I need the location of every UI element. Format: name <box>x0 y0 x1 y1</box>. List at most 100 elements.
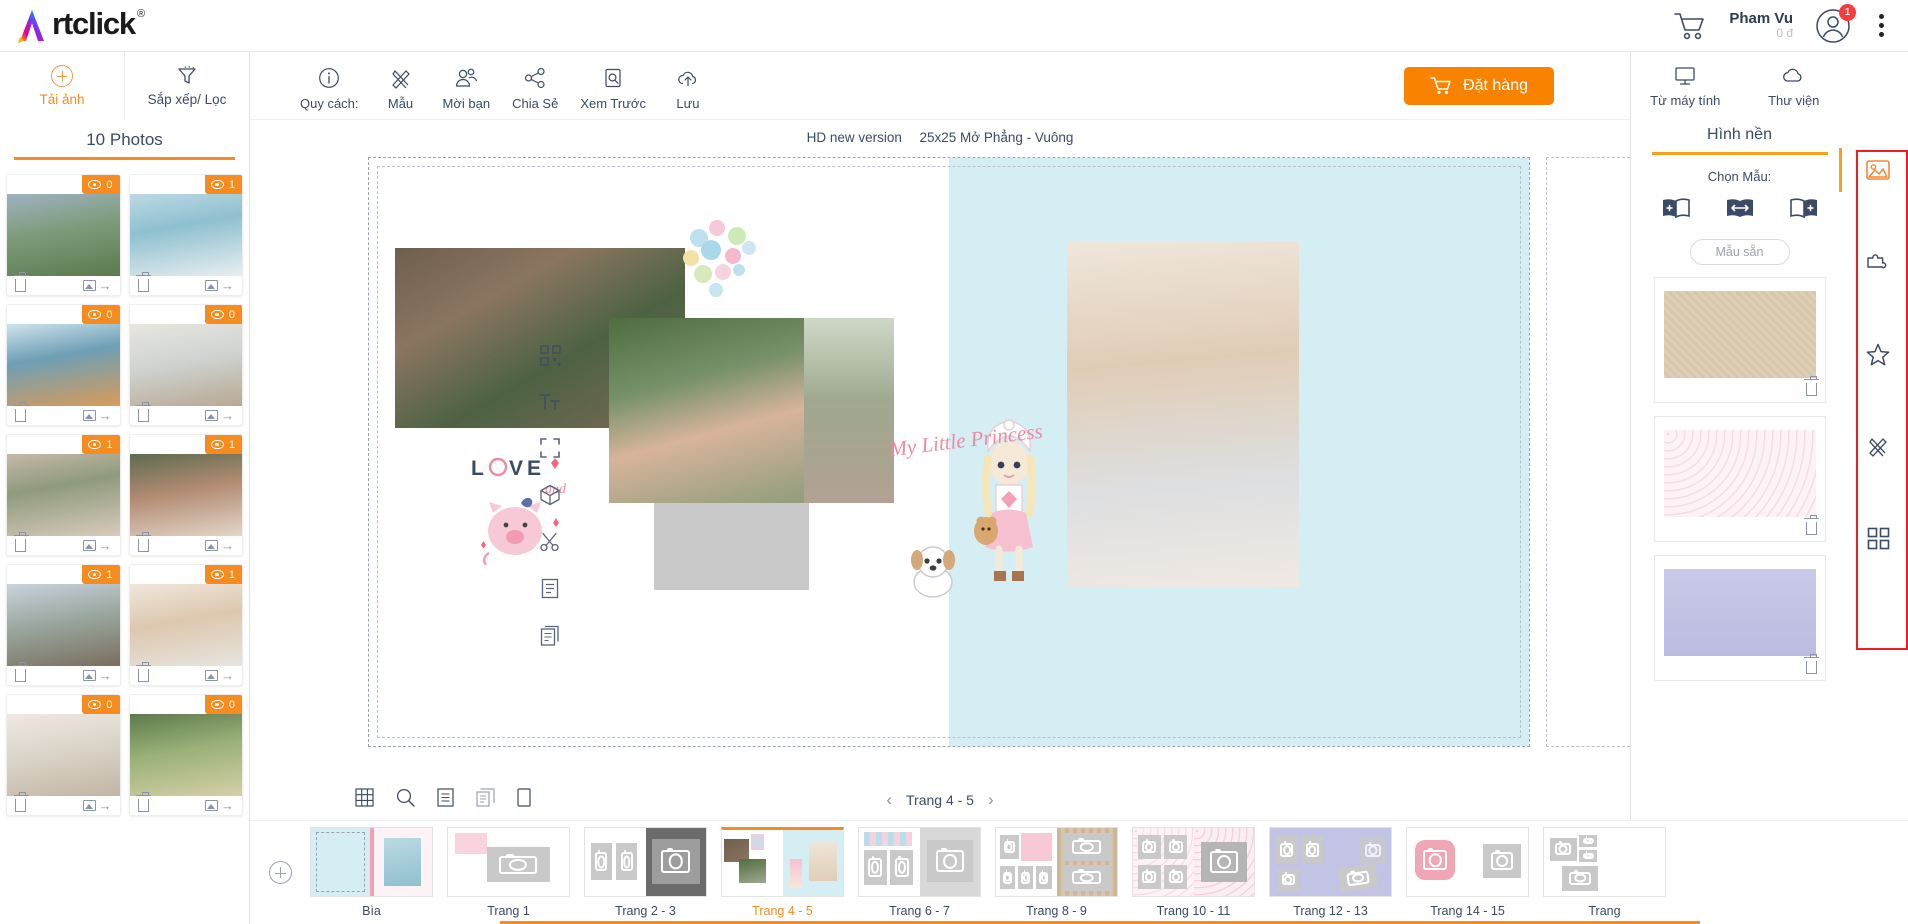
photo-preview[interactable] <box>129 194 242 276</box>
photo-card[interactable]: 1 → <box>128 434 243 556</box>
image-icon[interactable] <box>1839 148 1894 192</box>
list-icon[interactable] <box>437 788 454 812</box>
photo-card[interactable]: 0 → <box>6 694 121 816</box>
photo-card[interactable]: 0 → <box>6 174 121 296</box>
page-thumbnail[interactable]: Trang 14 - 15 <box>1406 827 1529 918</box>
photo-preview[interactable] <box>129 714 242 796</box>
user-info[interactable]: Pham Vu 0 đ <box>1729 10 1793 41</box>
trash-icon[interactable] <box>136 792 151 812</box>
photo-preview[interactable] <box>7 194 120 276</box>
apply-spread-icon[interactable] <box>1725 196 1755 225</box>
background-swatch[interactable] <box>1653 276 1826 403</box>
star-icon[interactable] <box>1862 338 1894 370</box>
trash-icon[interactable] <box>136 532 151 552</box>
image-swap-icon[interactable]: → <box>82 279 112 292</box>
photo-preview[interactable] <box>7 714 120 796</box>
page-thumbnails[interactable]: Bìa Trang 1 Trang 2 - 3 Trang 4 - 5 Trang 6 … <box>310 827 1666 918</box>
image-swap-icon[interactable]: → <box>205 669 234 682</box>
image-swap-icon[interactable]: → <box>205 799 234 812</box>
source-library[interactable]: Thư viện <box>1740 66 1849 108</box>
background-swatch[interactable] <box>1653 554 1826 681</box>
canvas-photo-child-hat[interactable] <box>804 318 894 503</box>
layout-grid-icon[interactable] <box>1862 522 1894 554</box>
page-thumbnail[interactable]: Trang <box>1543 827 1666 918</box>
puzzle-icon[interactable] <box>1862 246 1894 278</box>
scissors-icon[interactable] <box>540 532 560 557</box>
page-thumbnail-preview[interactable] <box>447 827 570 897</box>
source-from-computer[interactable]: Từ máy tính <box>1631 66 1740 108</box>
swatch-preview[interactable] <box>1663 290 1816 378</box>
puppy-clipart[interactable] <box>902 540 964 602</box>
trash-icon[interactable] <box>13 792 29 812</box>
page-thumbnail[interactable]: Trang 2 - 3 <box>584 827 707 918</box>
photo-card[interactable]: 1 → <box>6 434 121 556</box>
pencil-brush-icon[interactable] <box>1862 430 1894 462</box>
sort-filter-button[interactable]: Sắp xếp/ Lọc <box>125 52 249 120</box>
trash-icon[interactable] <box>1804 515 1819 535</box>
image-swap-icon[interactable]: → <box>82 669 112 682</box>
page-thumbnail-preview[interactable] <box>858 827 981 897</box>
photo-thumbnail-grid[interactable]: 0 → 1 → 0 → 0 → 1 → 1 → 1 → 1 → 0 → 0 → <box>0 168 249 924</box>
app-logo[interactable]: rtclick ® <box>0 6 145 45</box>
canvas-photo-placeholder-gray[interactable] <box>654 503 809 590</box>
page-thumbnail-preview[interactable] <box>1132 827 1255 897</box>
order-button[interactable]: Đặt hàng <box>1404 66 1554 105</box>
grid-icon[interactable] <box>355 788 374 812</box>
trash-icon[interactable] <box>136 402 151 422</box>
photo-preview[interactable] <box>129 454 242 536</box>
trash-icon[interactable] <box>13 402 29 422</box>
image-swap-icon[interactable]: → <box>82 799 112 812</box>
image-swap-icon[interactable]: → <box>82 539 112 552</box>
photo-preview[interactable] <box>129 324 242 406</box>
page-thumbnail-preview[interactable] <box>584 827 707 897</box>
page-thumbnail-preview[interactable] <box>310 827 433 897</box>
save-button[interactable]: Lưu <box>668 67 708 111</box>
canvas-photo-girl-smiling[interactable] <box>609 318 804 503</box>
preview-button[interactable]: Xem Trước <box>580 67 646 111</box>
page-thumbnail[interactable]: Trang 4 - 5 <box>721 827 844 918</box>
page-thumbnail-preview[interactable] <box>1543 827 1666 897</box>
trash-icon[interactable] <box>13 532 29 552</box>
qr-code-icon[interactable] <box>539 345 561 371</box>
image-swap-icon[interactable]: → <box>205 539 234 552</box>
apply-left-page-icon[interactable] <box>1661 196 1691 225</box>
trash-icon[interactable] <box>13 272 29 292</box>
page-thumbnail[interactable]: Trang 10 - 11 <box>1132 827 1255 918</box>
page-thumbnail-preview[interactable] <box>1269 827 1392 897</box>
page-thumbnail-preview[interactable] <box>995 827 1118 897</box>
single-page-icon[interactable] <box>517 788 531 812</box>
photo-preview[interactable] <box>7 584 120 666</box>
invite-friend-button[interactable]: Mời bạn <box>443 67 490 111</box>
photo-preview[interactable] <box>129 584 242 666</box>
template-button[interactable]: Mẫu <box>381 67 421 111</box>
photo-preview[interactable] <box>7 454 120 536</box>
page-thumbnail-strip[interactable]: Bìa Trang 1 Trang 2 - 3 Trang 4 - 5 Trang 6 … <box>250 820 1908 924</box>
kebab-menu-icon[interactable] <box>1873 10 1890 41</box>
duplicate-page-icon[interactable] <box>540 625 560 651</box>
3d-box-icon[interactable] <box>539 484 561 511</box>
photo-card[interactable]: 0 → <box>6 304 121 426</box>
add-page-button[interactable] <box>250 861 310 884</box>
trash-icon[interactable] <box>136 272 151 292</box>
trash-icon[interactable] <box>1804 654 1819 674</box>
prev-page-button[interactable]: ‹ <box>886 790 892 810</box>
avatar[interactable]: 1 <box>1815 3 1856 44</box>
trash-icon[interactable] <box>13 662 29 682</box>
canvas-photo-child-box[interactable] <box>1067 242 1299 587</box>
page-icon[interactable] <box>541 578 559 604</box>
preset-template-button[interactable]: Mẫu sẵn <box>1689 238 1790 265</box>
trash-icon[interactable] <box>136 662 151 682</box>
apply-right-page-icon[interactable] <box>1789 196 1819 225</box>
swatch-preview[interactable] <box>1663 429 1816 517</box>
crop-frame-icon[interactable] <box>540 438 560 463</box>
spec-button[interactable]: Quy cách: <box>300 67 359 111</box>
page-thumbnail[interactable]: Bìa <box>310 827 433 918</box>
image-swap-icon[interactable]: → <box>82 409 112 422</box>
copy-icon[interactable] <box>476 788 495 812</box>
heart-flowers-clipart[interactable] <box>661 210 781 315</box>
photo-card[interactable]: 1 → <box>6 564 121 686</box>
share-button[interactable]: Chia Sẻ <box>512 67 558 111</box>
page-thumbnail[interactable]: Trang 8 - 9 <box>995 827 1118 918</box>
background-swatch[interactable] <box>1653 415 1826 542</box>
photo-card[interactable]: 1 → <box>128 564 243 686</box>
